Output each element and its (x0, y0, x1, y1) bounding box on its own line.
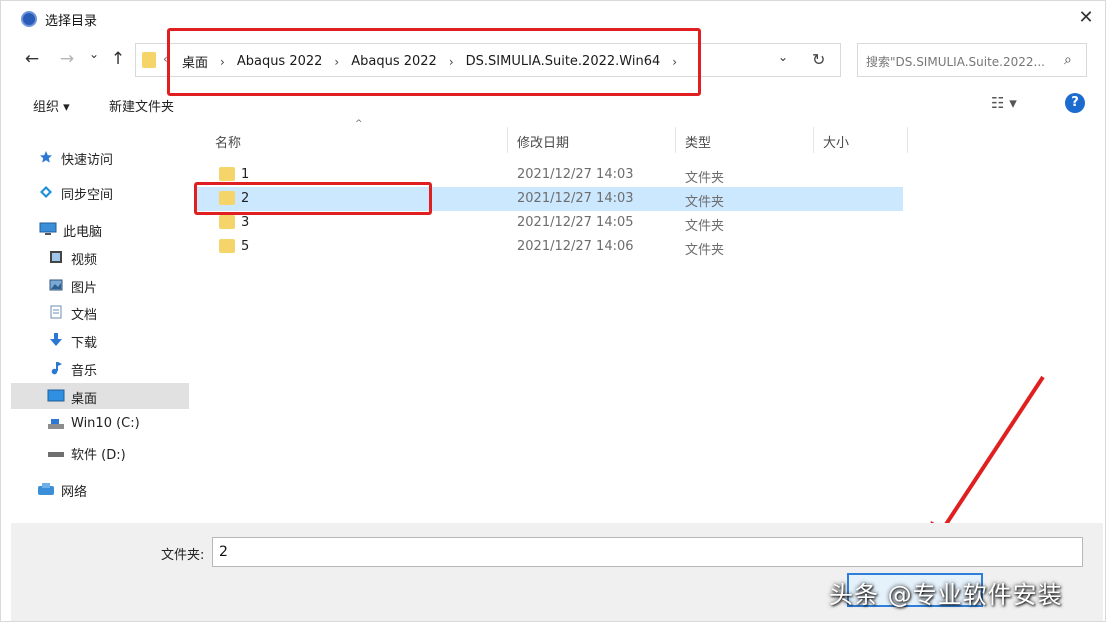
sidebar-item-quick-access[interactable]: 快速访问 (11, 144, 189, 170)
desktop-icon (47, 389, 65, 402)
sidebar-item-documents[interactable]: 文档 (11, 299, 189, 325)
search-box[interactable]: 搜索"DS.SIMULIA.Suite.2022... ⌕ (857, 43, 1087, 77)
up-button[interactable]: ↑ (107, 49, 129, 69)
file-name: 5 (241, 239, 250, 254)
sidebar-item-this-pc[interactable]: 此电脑 (11, 216, 189, 242)
folder-icon (142, 52, 156, 68)
folder-icon (219, 215, 235, 229)
sidebar-item-label: 同步空间 (61, 188, 114, 203)
navigation-pane: 快速访问 同步空间 此电脑 视频 图片 文档 下载 音乐 桌面 Win10 (C… (11, 139, 191, 509)
sidebar-item-label: 此电脑 (63, 225, 103, 240)
file-date: 2021/12/27 14:06 (517, 239, 634, 254)
column-header-size[interactable]: 大小 (823, 132, 849, 151)
sidebar-item-desktop[interactable]: 桌面 (11, 383, 189, 409)
sidebar-item-label: 文档 (71, 308, 98, 323)
column-header-type[interactable]: 类型 (685, 132, 711, 151)
sidebar-item-label: Win10 (C:) (71, 416, 140, 431)
view-options-icon[interactable]: ☷ ▾ (991, 94, 1017, 112)
sidebar-item-drive-c[interactable]: Win10 (C:) (11, 411, 189, 437)
watermark-text: 头条 @专业软件安装 (829, 581, 1063, 609)
column-divider[interactable] (813, 127, 814, 153)
file-name: 3 (241, 215, 250, 230)
dialog-title: 选择目录 (45, 14, 98, 29)
file-name: 1 (241, 167, 250, 182)
app-icon (21, 11, 37, 27)
music-icon (51, 362, 62, 375)
file-type: 文件夹 (685, 195, 725, 210)
sort-caret-icon: ^ (355, 119, 363, 129)
forward-button[interactable]: → (56, 49, 78, 69)
close-button[interactable]: ✕ (1075, 7, 1097, 28)
back-button[interactable]: ← (21, 49, 43, 69)
annotation-box-selected-row (194, 182, 432, 215)
sidebar-item-label: 网络 (61, 485, 88, 500)
sidebar-item-label: 桌面 (71, 392, 98, 407)
column-header-modified[interactable]: 修改日期 (517, 132, 569, 151)
sync-icon (40, 186, 52, 198)
column-header-name[interactable]: 名称 (215, 132, 241, 151)
address-dropdown-icon[interactable]: ⌄ (772, 50, 794, 64)
sidebar-item-music[interactable]: 音乐 (11, 355, 189, 381)
organize-menu[interactable]: 组织 ▾ (33, 96, 70, 115)
column-divider[interactable] (907, 127, 908, 153)
help-icon[interactable]: ? (1065, 93, 1085, 113)
folder-icon (219, 239, 235, 253)
sidebar-item-label: 图片 (71, 281, 98, 296)
folder-icon (219, 167, 235, 181)
star-icon (40, 151, 52, 163)
sidebar-item-downloads[interactable]: 下载 (11, 327, 189, 353)
search-placeholder: 搜索"DS.SIMULIA.Suite.2022... (866, 55, 1045, 69)
file-date: 2021/12/27 14:05 (517, 215, 634, 230)
file-type: 文件夹 (685, 219, 725, 234)
search-icon[interactable]: ⌕ (1064, 52, 1072, 68)
file-dialog-window: 选择目录 ✕ ← → ⌄ ↑ ‹ 桌面 › Abaqus 2022 › Abaq… (0, 0, 1106, 622)
column-divider[interactable] (507, 127, 508, 153)
file-type: 文件夹 (685, 171, 725, 186)
sidebar-item-label: 下载 (71, 336, 98, 351)
drive-icon (48, 452, 64, 457)
video-icon (50, 251, 62, 263)
folder-field-label: 文件夹: (161, 548, 205, 563)
recent-locations-dropdown[interactable]: ⌄ (83, 47, 105, 61)
download-icon (50, 333, 62, 346)
annotation-box-address (167, 28, 701, 96)
sidebar-item-label: 软件 (D:) (71, 448, 126, 463)
file-row-5[interactable]: 5 2021/12/27 14:06 文件夹 (197, 235, 903, 259)
sidebar-item-pictures[interactable]: 图片 (11, 272, 189, 298)
file-type: 文件夹 (685, 243, 725, 258)
file-date: 2021/12/27 14:03 (517, 167, 634, 182)
column-divider[interactable] (675, 127, 676, 153)
file-date: 2021/12/27 14:03 (517, 191, 634, 206)
sidebar-item-label: 视频 (71, 253, 98, 268)
sidebar-item-label: 音乐 (71, 364, 98, 379)
drive-icon (48, 419, 64, 429)
network-icon (38, 483, 54, 495)
sidebar-item-network[interactable]: 网络 (11, 476, 189, 502)
refresh-button[interactable]: ↻ (812, 50, 825, 69)
document-icon (50, 305, 62, 319)
new-folder-button[interactable]: 新建文件夹 (109, 96, 174, 115)
sidebar-item-sync-space[interactable]: 同步空间 (11, 179, 189, 205)
sidebar-item-drive-d[interactable]: 软件 (D:) (11, 439, 189, 465)
folder-input[interactable]: 2 (212, 537, 1083, 567)
sidebar-item-videos[interactable]: 视频 (11, 244, 189, 270)
sidebar-item-label: 快速访问 (61, 153, 114, 168)
computer-icon (39, 222, 57, 235)
picture-icon (49, 279, 63, 291)
